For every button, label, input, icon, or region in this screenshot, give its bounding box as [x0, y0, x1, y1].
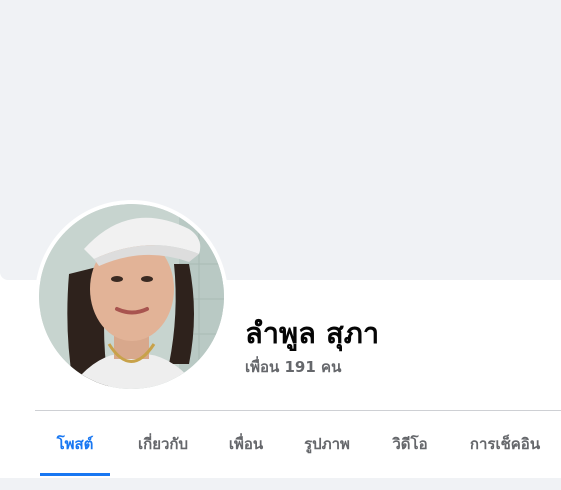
tab-divider [35, 410, 561, 411]
tab-check-ins[interactable]: การเช็คอิน [455, 412, 555, 476]
tab-videos-label: วิดีโอ [392, 435, 428, 453]
profile-tabs: โพสต์ เกี่ยวกับ เพื่อน รูปภาพ วิดีโอ การ… [35, 412, 561, 476]
profile-photo-image [39, 204, 224, 389]
friends-count-link[interactable]: เพื่อน 191 คน [245, 355, 341, 379]
profile-name: ลำพูล สุภา [245, 316, 380, 350]
tab-about-label: เกี่ยวกับ [137, 435, 189, 453]
profile-picture[interactable] [39, 204, 224, 389]
tab-photos[interactable]: รูปภาพ [290, 412, 364, 476]
tab-posts-label: โพสต์ [56, 435, 94, 453]
active-tab-indicator [40, 473, 110, 476]
profile-page: ลำพูล สุภา เพื่อน 191 คน โพสต์ เกี่ยวกับ… [0, 0, 561, 490]
content-background [0, 478, 561, 490]
tab-friends[interactable]: เพื่อน [215, 412, 277, 476]
tab-check-ins-label: การเช็คอิน [469, 435, 541, 453]
tab-about[interactable]: เกี่ยวกับ [123, 412, 203, 476]
tab-photos-label: รูปภาพ [304, 435, 350, 453]
tab-friends-label: เพื่อน [228, 435, 264, 453]
profile-picture-ring [35, 200, 228, 393]
tab-videos[interactable]: วิดีโอ [378, 412, 442, 476]
tab-posts[interactable]: โพสต์ [40, 412, 110, 476]
